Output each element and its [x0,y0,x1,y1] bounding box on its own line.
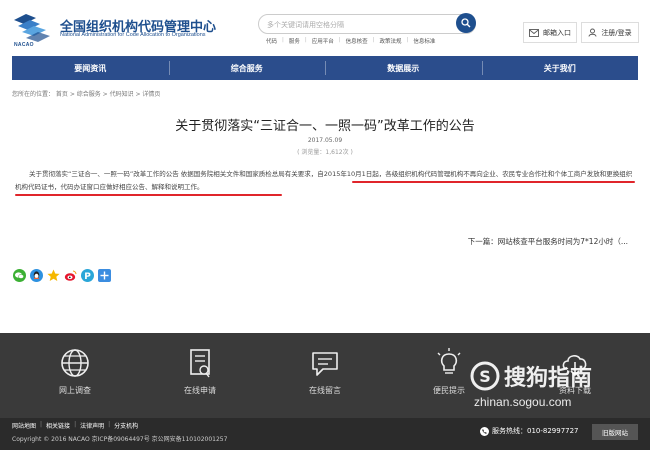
qzone-icon[interactable] [46,268,60,282]
lightbulb-icon [437,348,461,374]
login-button[interactable]: 注册/登录 [581,22,639,43]
separator: | [304,37,307,43]
nav-item-about[interactable]: 关于我们 [481,56,639,80]
site-header: NACAO 全国组织机构代码管理中心 National Administrati… [0,0,650,52]
copyright-text: Copyright © 2016 NACAO 京ICP备09064497号 京公… [12,436,228,443]
footer-item-label: 网上调查 [59,386,91,395]
quick-link-platform[interactable]: 应用平台 [312,37,334,45]
footer-links: 网站地图 | 相关链接 | 法律声明 | 分支机构 [12,421,138,430]
site-subtitle: National Administration for Code Allocat… [60,32,206,38]
footer-item-label: 便民提示 [433,386,465,395]
search-icon [461,18,471,28]
login-label: 注册/登录 [601,28,632,37]
plus-icon[interactable] [97,268,111,282]
sogou-logo-icon: S [470,361,500,391]
nacao-logo-icon[interactable] [12,12,52,44]
share-bar: P [12,268,111,282]
nav-item-services[interactable]: 综合服务 [168,56,326,80]
service-hotline: 服务热线：010-82997727 [480,426,579,436]
svg-text:S: S [479,367,491,386]
phone-icon [480,426,489,436]
mail-icon [529,28,539,37]
quick-link-policy[interactable]: 政策法规 [380,37,402,45]
quick-link-code[interactable]: 代码 [266,37,277,45]
footer-item-apply[interactable]: 在线申请 [155,347,245,396]
watermark-brand: 搜狗指南 [504,366,593,391]
next-article-link[interactable]: 下一篇：网站核查平台服务时间为7*12小时（... [468,236,628,247]
separator: | [282,37,284,43]
svg-text:P: P [84,271,91,281]
mailbox-label: 邮箱入口 [543,28,571,37]
nav-item-news[interactable]: 要闻资讯 [12,56,169,80]
user-icon [588,28,597,37]
footer-item-survey[interactable]: 网上调查 [30,347,120,396]
quick-link-standard[interactable]: 信息标准 [413,37,435,45]
separator: | [108,421,111,428]
nav-item-data[interactable]: 数据展示 [325,56,482,80]
quick-links: 代码 | 服务 | 应用平台 | 信息核查 | 政策法规 | 信息标准 [266,37,435,45]
search-button[interactable] [456,13,476,33]
wechat-icon[interactable] [12,268,26,282]
separator: | [40,421,43,428]
footer-item-message[interactable]: 在线留言 [280,347,370,396]
weibo-icon[interactable] [63,268,77,282]
article-views: ( 浏览量：1,612次 ) [297,149,353,156]
highlight-underline [15,194,282,196]
pinterest-icon[interactable]: P [80,268,94,282]
highlight-underline [352,181,635,183]
footer-link-sitemap[interactable]: 网站地图 [12,421,36,430]
search-box [258,14,476,34]
article-date: 2017.05.09 [307,137,343,144]
breadcrumb: 您所在的位置： 首页 > 综合服务 > 代码知识 > 详情页 [12,91,161,98]
article-title: 关于贯彻落实“三证合一、一照一码”改革工作的公告 [175,119,475,134]
watermark-url: zhinan.sogou.com [474,395,572,409]
search-input[interactable] [267,18,447,31]
globe-icon [61,349,89,377]
chat-icon [312,352,338,376]
hotline-text: 服务热线：010-82997727 [492,427,579,435]
separator: | [406,37,409,43]
mailbox-button[interactable]: 邮箱入口 [523,22,577,43]
footer-item-label: 在线留言 [309,386,341,395]
qq-icon[interactable] [29,268,43,282]
footer-link-branches[interactable]: 分支机构 [114,421,138,430]
main-nav: 要闻资讯 综合服务 数据展示 关于我们 [12,56,638,80]
quick-link-verify[interactable]: 信息核查 [346,37,368,45]
footer-item-label: 在线申请 [184,386,216,395]
separator: | [338,37,341,43]
separator: | [74,421,77,428]
old-site-button[interactable]: 旧版网站 [592,424,638,440]
logo-text: NACAO [14,42,34,48]
document-icon [190,349,210,378]
quick-link-service[interactable]: 服务 [289,37,300,45]
sogou-watermark: S 搜狗指南 [470,360,592,392]
separator: | [372,37,375,43]
footer-link-related[interactable]: 相关链接 [46,421,70,430]
footer-link-legal[interactable]: 法律声明 [80,421,104,430]
